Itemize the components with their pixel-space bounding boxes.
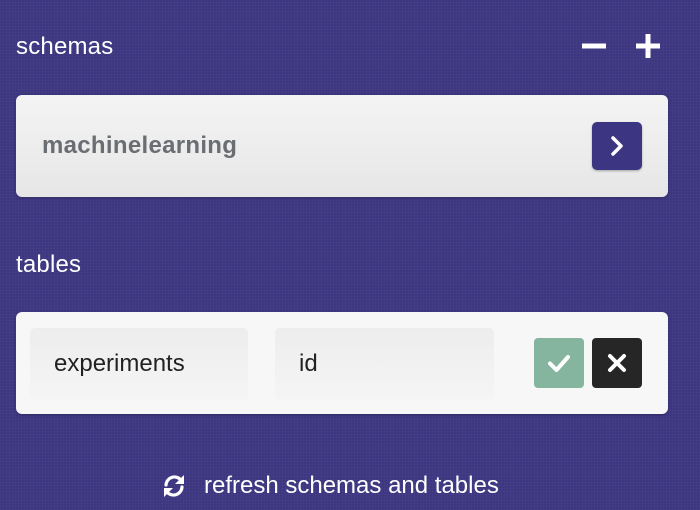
schema-item[interactable]: machinelearning bbox=[16, 95, 668, 197]
confirm-table-button[interactable] bbox=[534, 338, 584, 388]
refresh-icon bbox=[164, 475, 184, 497]
add-schema-button[interactable] bbox=[634, 32, 662, 60]
schema-name: machinelearning bbox=[42, 132, 238, 159]
chevron-right-icon bbox=[611, 136, 623, 156]
check-icon bbox=[548, 355, 570, 372]
key-column-input[interactable]: id bbox=[275, 328, 494, 400]
tables-heading: tables bbox=[16, 251, 82, 278]
open-schema-button[interactable] bbox=[592, 122, 642, 170]
table-name-input[interactable]: experiments bbox=[30, 328, 248, 400]
new-table-row: experiments id bbox=[16, 312, 668, 414]
refresh-schemas-link[interactable]: refresh schemas and tables bbox=[160, 470, 499, 502]
remove-schema-button[interactable] bbox=[580, 32, 608, 60]
cancel-table-button[interactable] bbox=[592, 338, 642, 388]
minus-icon bbox=[582, 43, 606, 49]
close-icon bbox=[608, 354, 626, 372]
refresh-label: refresh schemas and tables bbox=[204, 472, 499, 499]
schemas-heading: schemas bbox=[16, 33, 114, 60]
plus-icon bbox=[636, 34, 660, 58]
